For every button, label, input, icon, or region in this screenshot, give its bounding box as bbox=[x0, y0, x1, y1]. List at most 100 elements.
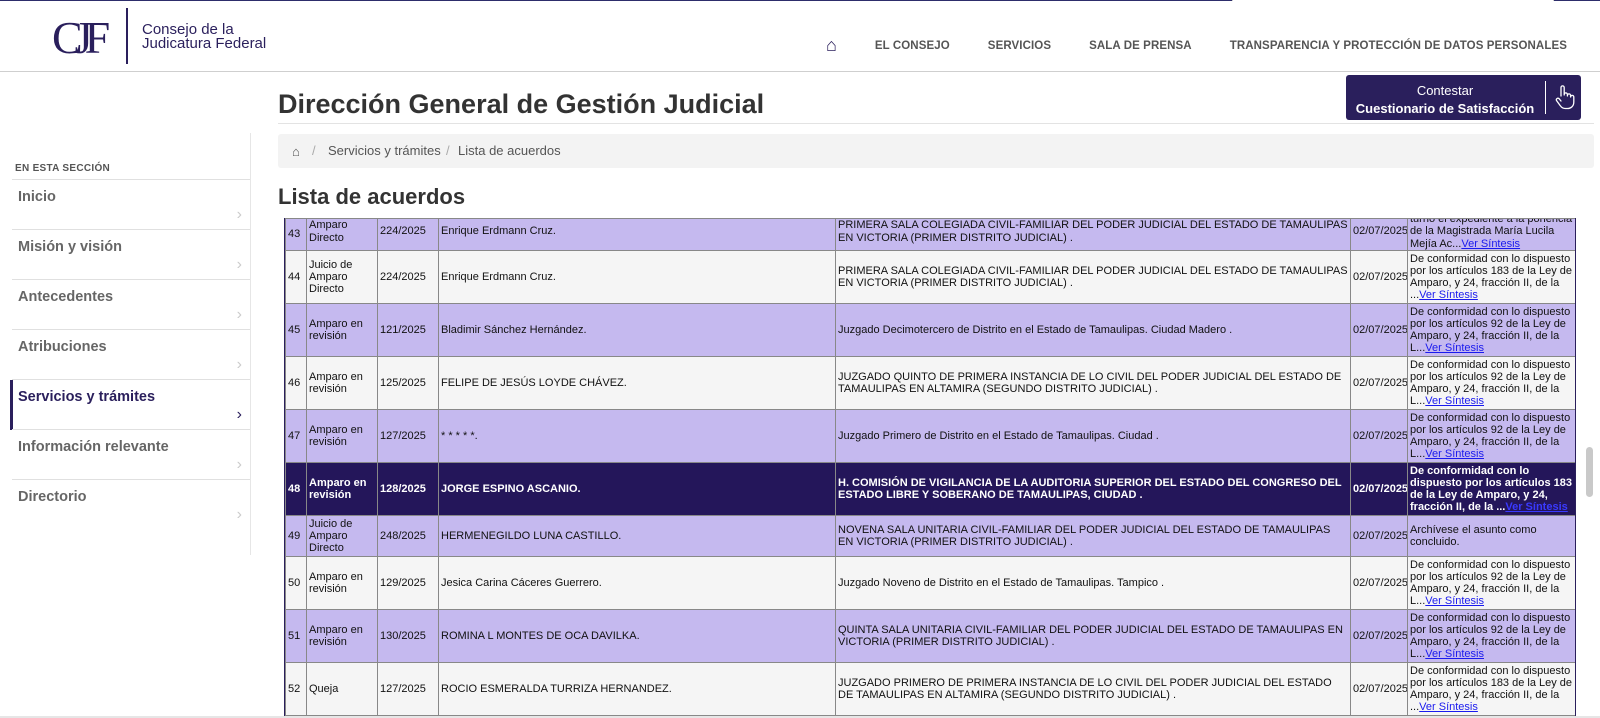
cell-fecha: 02/07/2025 bbox=[1350, 409, 1408, 463]
cell-expediente: 125/2025 bbox=[377, 356, 439, 410]
cell-sintesis: De conformidad con lo dispuesto por los … bbox=[1407, 250, 1575, 304]
cell-fecha: 02/07/2025 bbox=[1350, 609, 1408, 663]
cell-expediente: 130/2025 bbox=[377, 609, 439, 663]
sidebar-item-label: Antecedentes bbox=[18, 289, 114, 305]
breadcrumb-servicios[interactable]: Servicios y trámites bbox=[328, 143, 441, 158]
cell-parte: Bladimir Sánchez Hernández. bbox=[438, 303, 836, 357]
cell-autoridad: Juzgado Decimotercero de Distrito en el … bbox=[835, 303, 1351, 357]
sidebar-item-label: Información relevante bbox=[18, 439, 169, 455]
breadcrumb-separator: / bbox=[446, 143, 450, 158]
cell-num: 49 bbox=[285, 515, 307, 557]
section-label: EN ESTA SECCIÓN bbox=[15, 163, 111, 174]
cell-num: 46 bbox=[285, 356, 307, 410]
nav-transparencia[interactable]: TRANSPARENCIA Y PROTECCIÓN DE DATOS PERS… bbox=[1230, 40, 1567, 52]
scrollbar-thumb[interactable] bbox=[1586, 447, 1593, 497]
cell-autoridad: JUZGADO QUINTO DE PRIMERA INSTANCIA DE L… bbox=[835, 356, 1351, 410]
active-indicator bbox=[10, 380, 13, 430]
cjf-logo[interactable]: CJF bbox=[52, 11, 110, 64]
cell-parte: ROCIO ESMERALDA TURRIZA HERNANDEZ. bbox=[438, 662, 836, 716]
cell-autoridad: H. COMISIÓN DE VIGILANCIA DE LA AUDITORI… bbox=[835, 462, 1351, 516]
home-icon[interactable]: ⌂ bbox=[826, 35, 837, 56]
ver-sintesis-link[interactable]: Ver Síntesis bbox=[1425, 648, 1484, 660]
cell-sintesis: De conformidad con lo dispuesto por los … bbox=[1407, 462, 1575, 516]
cell-num: 47 bbox=[285, 409, 307, 463]
table-row[interactable]: 46 Amparo en revisión 125/2025 FELIPE DE… bbox=[285, 356, 1575, 410]
cell-autoridad: PRIMERA SALA COLEGIADA CIVIL-FAMILIAR DE… bbox=[835, 218, 1351, 251]
sidebar-item-label: Servicios y trámites bbox=[18, 389, 156, 405]
cell-expediente: 129/2025 bbox=[377, 556, 439, 610]
nav-el-consejo[interactable]: EL CONSEJO bbox=[875, 40, 950, 52]
cell-expediente: 121/2025 bbox=[377, 303, 439, 357]
cell-num: 43 bbox=[285, 218, 307, 251]
survey-button-line2: Cuestionario de Satisfacción bbox=[1355, 101, 1535, 116]
title-divider bbox=[278, 123, 1594, 124]
nav-sala-de-prensa[interactable]: SALA DE PRENSA bbox=[1089, 40, 1192, 52]
hand-pointer-icon bbox=[1555, 85, 1575, 110]
cell-parte: ROMINA L MONTES DE OCA DAVILKA. bbox=[438, 609, 836, 663]
cell-tipo: Amparo en revisión bbox=[306, 462, 378, 516]
survey-button[interactable]: Contestar Cuestionario de Satisfacción bbox=[1346, 75, 1581, 120]
cell-sintesis: De conformidad con lo dispuesto por los … bbox=[1407, 356, 1575, 410]
sidebar-item-atribuciones[interactable]: Atribuciones › bbox=[12, 329, 250, 378]
breadcrumb: ⌂ / Servicios y trámites / Lista de acue… bbox=[278, 134, 1594, 168]
sidebar-item-inicio[interactable]: Inicio › bbox=[12, 179, 250, 228]
chevron-right-icon: › bbox=[236, 306, 242, 323]
home-icon[interactable]: ⌂ bbox=[292, 144, 300, 159]
cell-fecha: 02/07/2025 bbox=[1350, 515, 1408, 557]
table-row[interactable]: 44 Juicio de Amparo Directo 224/2025 Enr… bbox=[285, 250, 1575, 304]
cell-expediente: 128/2025 bbox=[377, 462, 439, 516]
table-row[interactable]: 49 Juicio de Amparo Directo 248/2025 HER… bbox=[285, 515, 1575, 557]
ver-sintesis-link[interactable]: Ver Síntesis bbox=[1505, 501, 1567, 513]
table-row[interactable]: 52 Queja 127/2025 ROCIO ESMERALDA TURRIZ… bbox=[285, 662, 1575, 716]
cell-num: 45 bbox=[285, 303, 307, 357]
ver-sintesis-link[interactable]: Ver Síntesis bbox=[1425, 342, 1484, 354]
ver-sintesis-link[interactable]: Ver Síntesis bbox=[1425, 395, 1484, 407]
logo-text-line2: Judicatura Federal bbox=[142, 35, 267, 52]
sidebar-item-label: Misión y visión bbox=[18, 239, 122, 255]
cell-sintesis: turno el expediente a la ponencia de la … bbox=[1407, 218, 1575, 251]
cell-tipo: Amparo en revisión bbox=[306, 409, 378, 463]
cell-expediente: 127/2025 bbox=[377, 409, 439, 463]
acuerdos-table: 43 Amparo Directo 224/2025 Enrique Erdma… bbox=[285, 218, 1575, 716]
ver-sintesis-link[interactable]: Ver Síntesis bbox=[1419, 701, 1478, 713]
table-row[interactable]: 45 Amparo en revisión 121/2025 Bladimir … bbox=[285, 303, 1575, 357]
ver-sintesis-link[interactable]: Ver Síntesis bbox=[1419, 289, 1478, 301]
table-row[interactable]: 47 Amparo en revisión 127/2025 * * * * *… bbox=[285, 409, 1575, 463]
cell-parte: * * * * *. bbox=[438, 409, 836, 463]
table-row[interactable]: 51 Amparo en revisión 130/2025 ROMINA L … bbox=[285, 609, 1575, 663]
cell-fecha: 02/07/2025 bbox=[1350, 218, 1408, 251]
survey-button-line1: Contestar bbox=[1416, 83, 1474, 98]
cell-parte: FELIPE DE JESÚS LOYDE CHÁVEZ. bbox=[438, 356, 836, 410]
cell-tipo: Amparo en revisión bbox=[306, 556, 378, 610]
cell-expediente: 248/2025 bbox=[377, 515, 439, 557]
cell-fecha: 02/07/2025 bbox=[1350, 462, 1408, 516]
cell-sintesis: Archívese el asunto como concluido. bbox=[1407, 515, 1575, 557]
nav-servicios[interactable]: SERVICIOS bbox=[988, 40, 1051, 52]
cell-fecha: 02/07/2025 bbox=[1350, 662, 1408, 716]
ver-sintesis-link[interactable]: Ver Síntesis bbox=[1425, 595, 1484, 607]
chevron-right-icon: › bbox=[236, 506, 242, 523]
cell-autoridad: NOVENA SALA UNITARIA CIVIL-FAMILIAR DEL … bbox=[835, 515, 1351, 557]
chevron-right-icon: › bbox=[236, 456, 242, 473]
chevron-right-icon: › bbox=[236, 206, 242, 223]
sidebar-item-informacion-relevante[interactable]: Información relevante › bbox=[12, 429, 250, 478]
cell-num: 50 bbox=[285, 556, 307, 610]
acuerdos-table-container[interactable]: 43 Amparo Directo 224/2025 Enrique Erdma… bbox=[284, 218, 1576, 718]
sidebar-item-directorio[interactable]: Directorio › bbox=[12, 479, 250, 528]
logo-text[interactable]: Consejo de la Judicatura Federal bbox=[142, 22, 267, 52]
cell-tipo: Queja bbox=[306, 662, 378, 716]
table-row[interactable]: 50 Amparo en revisión 129/2025 Jesica Ca… bbox=[285, 556, 1575, 610]
sidebar-border bbox=[250, 133, 251, 555]
cell-parte: HERMENEGILDO LUNA CASTILLO. bbox=[438, 515, 836, 557]
ver-sintesis-link[interactable]: Ver Síntesis bbox=[1461, 238, 1520, 250]
sintesis-text: Archívese el asunto como concluido. bbox=[1410, 523, 1537, 548]
ver-sintesis-link[interactable]: Ver Síntesis bbox=[1425, 448, 1484, 460]
sidebar-item-servicios-tramites[interactable]: Servicios y trámites › bbox=[10, 379, 250, 430]
table-row[interactable]: 43 Amparo Directo 224/2025 Enrique Erdma… bbox=[285, 218, 1575, 251]
cell-sintesis: De conformidad con lo dispuesto por los … bbox=[1407, 609, 1575, 663]
cell-sintesis: De conformidad con lo dispuesto por los … bbox=[1407, 409, 1575, 463]
sidebar-item-antecedentes[interactable]: Antecedentes › bbox=[12, 279, 250, 328]
cell-parte: JORGE ESPINO ASCANIO. bbox=[438, 462, 836, 516]
table-row-selected[interactable]: 48 Amparo en revisión 128/2025 JORGE ESP… bbox=[285, 462, 1575, 516]
sidebar-item-mision-vision[interactable]: Misión y visión › bbox=[12, 229, 250, 278]
